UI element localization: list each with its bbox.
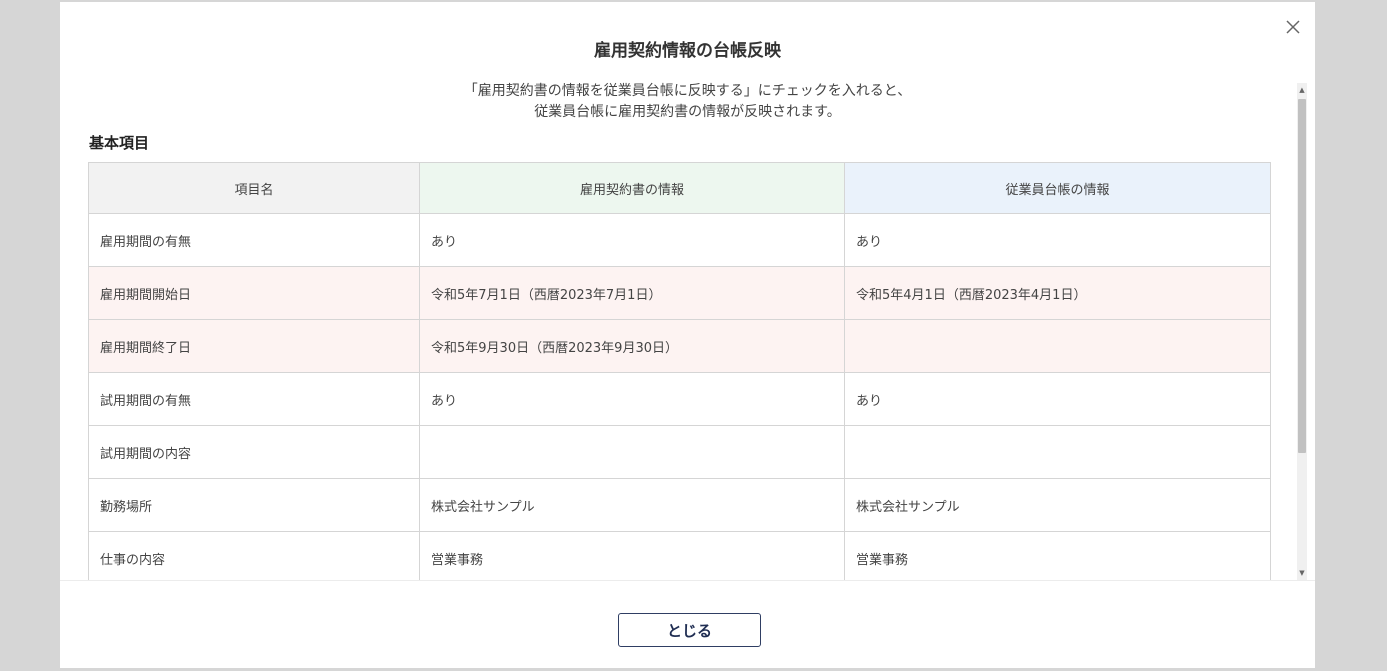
header-item-name: 項目名 [88,162,420,214]
table-row-diff: 雇用期間終了日 令和5年9月30日（西暦2023年9月30日） [88,319,1271,373]
table-header-row: 項目名 雇用契約書の情報 従業員台帳の情報 [88,162,1271,214]
row-contract-value: あり [419,213,845,267]
header-contract-info: 雇用契約書の情報 [419,162,845,214]
scroll-thumb[interactable] [1298,99,1306,453]
table-row: 試用期間の有無 あり あり [88,372,1271,426]
row-ledger-value: 営業事務 [844,531,1271,580]
vertical-scrollbar[interactable]: ▲ ▼ [1297,83,1307,580]
row-item-name: 勤務場所 [88,478,420,532]
table-row: 勤務場所 株式会社サンプル 株式会社サンプル [88,478,1271,532]
row-ledger-value: あり [844,213,1271,267]
row-ledger-value: あり [844,372,1271,426]
row-ledger-value: 株式会社サンプル [844,478,1271,532]
row-contract-value: 株式会社サンプル [419,478,845,532]
description-line-2: 従業員台帳に雇用契約書の情報が反映されます。 [534,104,841,120]
table-row: 試用期間の内容 [88,425,1271,479]
row-contract-value: 令和5年9月30日（西暦2023年9月30日） [419,319,845,373]
row-contract-value: 令和5年7月1日（西暦2023年7月1日） [419,266,845,320]
row-item-name: 雇用期間開始日 [88,266,420,320]
table-row: 雇用期間の有無 あり あり [88,213,1271,267]
scroll-down-arrow-icon[interactable]: ▼ [1297,566,1307,580]
row-contract-value: あり [419,372,845,426]
description: 「雇用契約書の情報を従業員台帳に反映する」にチェックを入れると、 従業員台帳に雇… [60,81,1315,123]
comparison-table: 項目名 雇用契約書の情報 従業員台帳の情報 雇用期間の有無 あり あり 雇用期間… [88,162,1271,580]
footer-divider [60,580,1315,581]
close-icon[interactable] [1285,19,1301,35]
row-item-name: 試用期間の有無 [88,372,420,426]
row-ledger-value [844,319,1271,373]
scroll-up-arrow-icon[interactable]: ▲ [1297,83,1307,97]
row-item-name: 試用期間の内容 [88,425,420,479]
header-ledger-info: 従業員台帳の情報 [844,162,1271,214]
table-row: 仕事の内容 営業事務 営業事務 [88,531,1271,580]
row-contract-value: 営業事務 [419,531,845,580]
description-line-1: 「雇用契約書の情報を従業員台帳に反映する」にチェックを入れると、 [463,83,912,99]
reflect-dialog: 雇用契約情報の台帳反映 「雇用契約書の情報を従業員台帳に反映する」にチェックを入… [60,2,1315,668]
section-title: 基本項目 [89,134,150,152]
row-item-name: 雇用期間の有無 [88,213,420,267]
row-contract-value [419,425,845,479]
row-ledger-value: 令和5年4月1日（西暦2023年4月1日） [844,266,1271,320]
table-row-diff: 雇用期間開始日 令和5年7月1日（西暦2023年7月1日） 令和5年4月1日（西… [88,266,1271,320]
row-item-name: 仕事の内容 [88,531,420,580]
row-item-name: 雇用期間終了日 [88,319,420,373]
dialog-scroll-area[interactable]: 「雇用契約書の情報を従業員台帳に反映する」にチェックを入れると、 従業員台帳に雇… [60,80,1315,580]
row-ledger-value [844,425,1271,479]
dialog-title: 雇用契約情報の台帳反映 [594,41,781,61]
close-button[interactable]: とじる [618,613,761,647]
